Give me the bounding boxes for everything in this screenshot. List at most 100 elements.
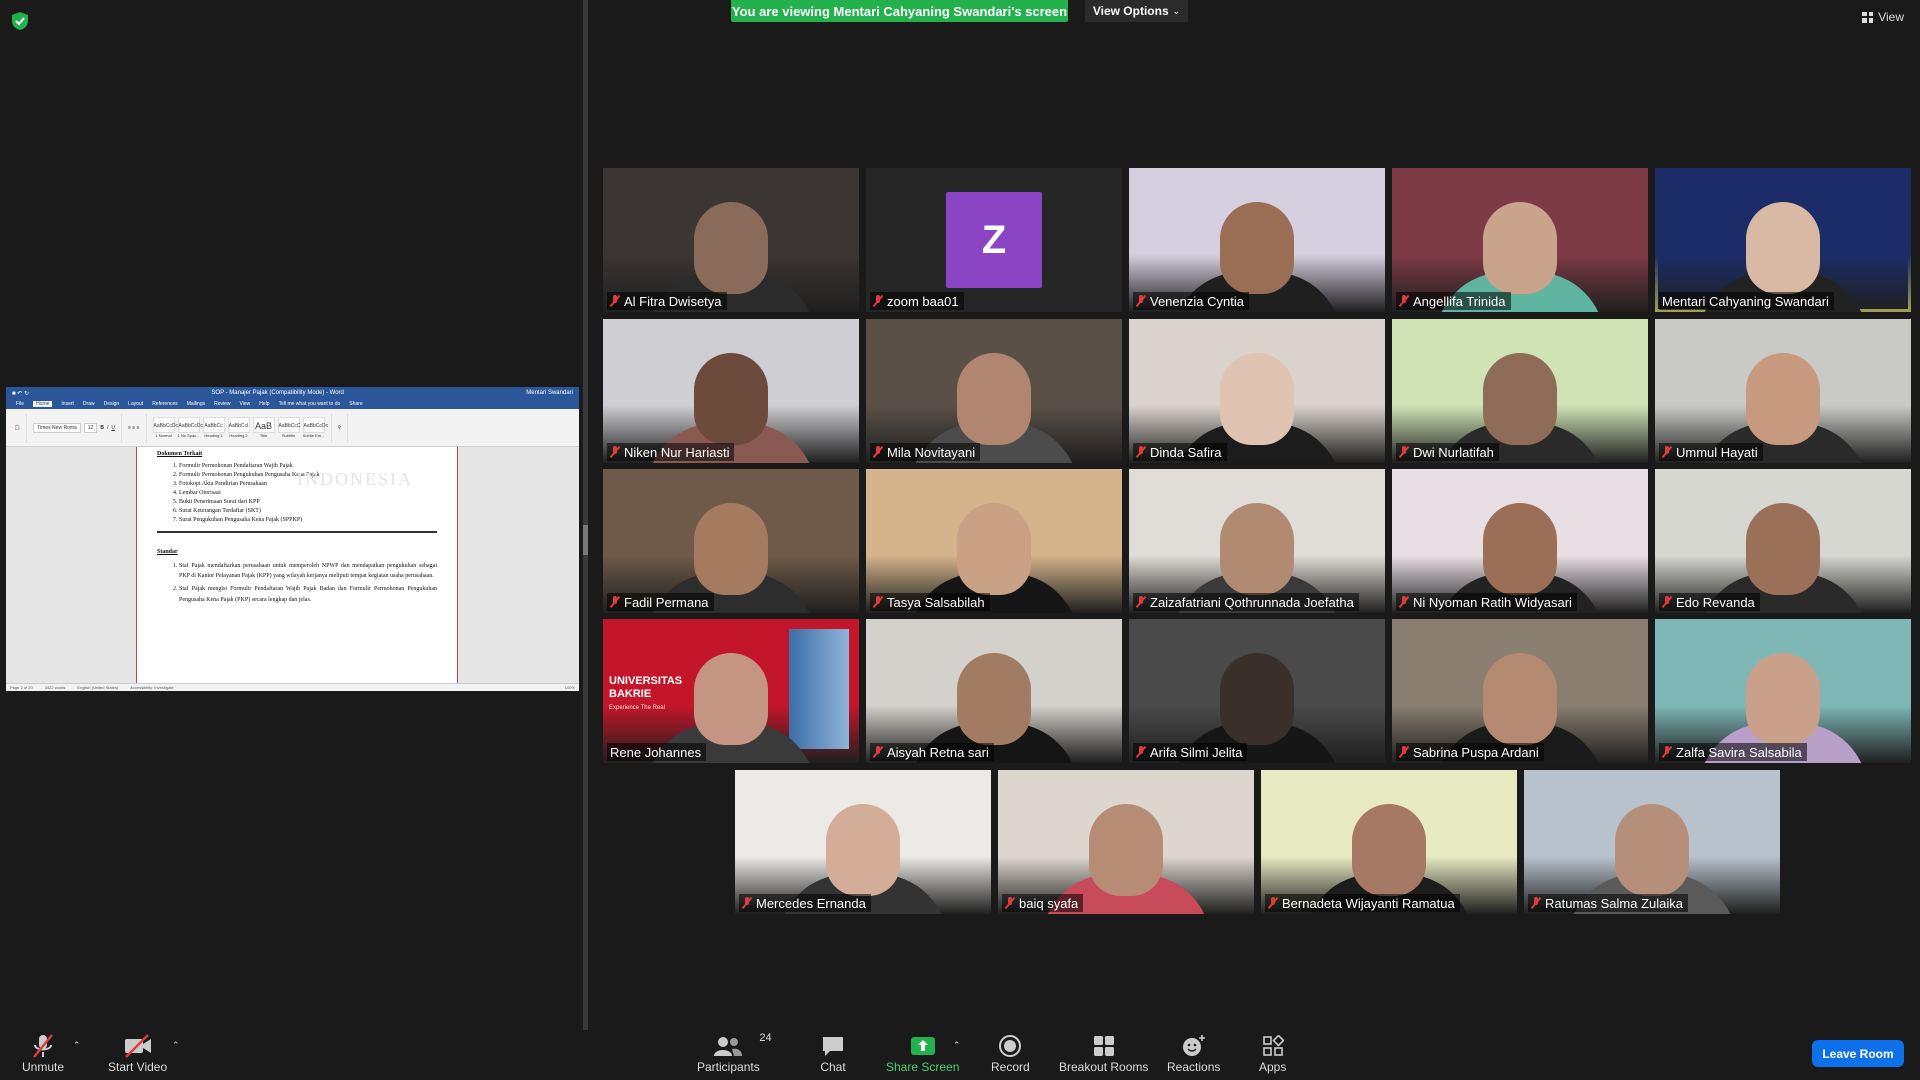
participant-tile[interactable]: Bernadeta Wijayanti Ramatua (1261, 770, 1517, 914)
participant-tile[interactable]: Dinda Safira (1129, 319, 1385, 463)
participant-name-tag: Zalfa Savira Salsabila (1659, 743, 1807, 761)
horizontal-rule (157, 531, 437, 533)
word-page: INDONESIA Dokumen Terkait Formulir Permo… (136, 447, 458, 683)
related-document-item: Surat Keterangan Terdaftar (SKT) (179, 508, 437, 514)
record-button[interactable]: Record (991, 1032, 1030, 1074)
standard-item: Staf Pajak mengisi Formulir Pendaftaran … (179, 584, 437, 604)
participant-tile[interactable]: UNIVERSITAS BAKRIE Experience The Real Ren… (603, 619, 859, 763)
word-tab[interactable]: File (16, 401, 24, 407)
related-document-item: Surat Pengukuhan Pengusaha Kena Pajak (S… (179, 517, 437, 523)
participant-tile[interactable]: Aisyah Retna sari (866, 619, 1122, 763)
mic-muted-icon (873, 446, 883, 458)
participant-name: Ratumas Salma Zulaika (1545, 895, 1683, 911)
audio-options-caret[interactable]: ⌃ (73, 1040, 81, 1051)
style-gallery-item[interactable]: AaB Title (252, 417, 275, 438)
participant-name: Aisyah Retna sari (887, 744, 989, 760)
participant-name-tag: baiq syafa (1002, 894, 1084, 912)
status-language: English (United States) (77, 685, 119, 690)
apps-icon (1262, 1035, 1284, 1056)
apps-button[interactable]: Apps (1259, 1032, 1286, 1074)
participant-tile[interactable]: Niken Nur Hariasti (603, 319, 859, 463)
video-options-caret[interactable]: ⌃ (172, 1040, 180, 1051)
participant-tile[interactable]: Mercedes Ernanda (735, 770, 991, 914)
style-gallery-item[interactable]: AaBbCcDc 1 No Spac... (177, 417, 203, 438)
breakout-rooms-button[interactable]: Breakout Rooms (1059, 1032, 1148, 1074)
participant-tile[interactable]: Fadil Permana (603, 469, 859, 613)
participant-name: Ni Nyoman Ratih Widyasari (1413, 594, 1572, 610)
view-options-button[interactable]: View Options ⌄ (1085, 0, 1188, 22)
shield-icon[interactable] (12, 12, 28, 30)
style-gallery-item[interactable]: AaBbCcC Subtitle (277, 417, 300, 438)
mic-muted-icon (1005, 897, 1015, 909)
style-gallery-item[interactable]: AaBbCcDc Subtle Em... (302, 417, 328, 438)
unmute-button[interactable]: Unmute (22, 1032, 64, 1074)
participant-face (1483, 202, 1557, 294)
participant-name-tag: Angellifa Trinida (1396, 292, 1511, 310)
participant-tile[interactable]: Ni Nyoman Ratih Widyasari (1392, 469, 1648, 613)
share-screen-button[interactable]: Share Screen (886, 1032, 959, 1074)
style-preview: AaBbCcDc (177, 417, 203, 433)
status-zoom: 100% (564, 685, 575, 690)
participant-tile[interactable]: Al Fitra Dwisetya (603, 168, 859, 312)
participant-tile[interactable]: Mila Novitayani (866, 319, 1122, 463)
word-tab[interactable]: Help (259, 401, 269, 407)
participant-tile[interactable]: Zaizafatriani Qothrunnada Joefatha (1129, 469, 1385, 613)
leave-room-button[interactable]: Leave Room (1812, 1040, 1904, 1067)
word-tab[interactable]: Design (104, 401, 120, 407)
share-options-caret[interactable]: ⌃ (953, 1040, 961, 1051)
participant-tile[interactable]: Mentari Cahyaning Swandari (1655, 168, 1911, 312)
shared-screen[interactable]: ■ ↶ ↻ SOP - Manajer Pajak (Compatibility… (6, 387, 579, 691)
participant-name: Mercedes Ernanda (756, 895, 866, 911)
participant-tile[interactable]: Zalfa Savira Salsabila (1655, 619, 1911, 763)
participant-name-tag: Bernadeta Wijayanti Ramatua (1265, 894, 1460, 912)
participant-tile[interactable]: Ummul Hayati (1655, 319, 1911, 463)
word-tab[interactable]: View (240, 401, 251, 407)
start-video-button[interactable]: Start Video (108, 1032, 167, 1074)
word-tab[interactable]: Home (33, 401, 53, 407)
word-tab[interactable]: Insert (61, 401, 74, 407)
participant-name: Zaizafatriani Qothrunnada Joefatha (1150, 594, 1354, 610)
participants-count: 24 (759, 1032, 772, 1044)
participant-tile[interactable]: Venenzia Cyntia (1129, 168, 1385, 312)
panel-splitter[interactable] (583, 0, 588, 1030)
style-gallery-item[interactable]: AaBbCc Heading 1 (202, 417, 225, 438)
mic-muted-icon (873, 295, 883, 307)
style-gallery-item[interactable]: AaBbCcI Heading 2 (227, 417, 250, 438)
participant-tile[interactable]: Angellifa Trinida (1392, 168, 1648, 312)
word-tab[interactable]: Layout (128, 401, 143, 407)
word-tab[interactable]: References (152, 401, 178, 407)
style-gallery-item[interactable]: AaBbCcDc 1 Normal (152, 417, 178, 438)
word-doc-title: SOP - Manajer Pajak (Compatibility Mode)… (211, 390, 344, 396)
participant-name: Fadil Permana (624, 594, 709, 610)
participant-face (1220, 653, 1294, 745)
participants-button[interactable]: 24 Participants (697, 1032, 772, 1074)
participant-tile[interactable]: baiq syafa (998, 770, 1254, 914)
word-tab[interactable]: Tell me what you want to do (279, 401, 341, 407)
participant-tile[interactable]: Tasya Salsabilah (866, 469, 1122, 613)
participant-tile[interactable]: Sabrina Puspa Ardani (1392, 619, 1648, 763)
word-tab[interactable]: Review (214, 401, 230, 407)
splitter-handle[interactable] (583, 525, 588, 555)
mic-muted-icon (1662, 446, 1672, 458)
word-tab[interactable]: Draw (83, 401, 95, 407)
mic-muted-icon (1136, 295, 1146, 307)
word-tab[interactable]: Share (349, 401, 362, 407)
view-button[interactable]: View (1862, 10, 1904, 24)
participant-face (694, 503, 768, 595)
paste-icon: 📋 (14, 424, 21, 431)
participant-name-tag: Ratumas Salma Zulaika (1528, 894, 1688, 912)
participant-tile[interactable]: Dwi Nurlatifah (1392, 319, 1648, 463)
reactions-button[interactable]: Reactions (1167, 1032, 1220, 1074)
word-ribbon: 📋 Times New Roma 12 BIU ≡ ≡ ≡ AaBbCcDc 1 … (6, 409, 579, 447)
heading-dokumen-terkait: Dokumen Terkait (157, 451, 203, 457)
participant-name: Zalfa Savira Salsabila (1676, 744, 1802, 760)
participant-name: Sabrina Puspa Ardani (1413, 744, 1539, 760)
participant-tile[interactable]: Arifa Silmi Jelita (1129, 619, 1385, 763)
word-user-name: Mentari Swandari (526, 390, 573, 396)
participant-tile[interactable]: Zzoom baa01 (866, 168, 1122, 312)
chat-button[interactable]: Chat (820, 1032, 846, 1074)
style-preview: AaBbCc (202, 417, 225, 433)
participant-tile[interactable]: Ratumas Salma Zulaika (1524, 770, 1780, 914)
word-tab[interactable]: Mailings (187, 401, 205, 407)
participant-tile[interactable]: Edo Revanda (1655, 469, 1911, 613)
